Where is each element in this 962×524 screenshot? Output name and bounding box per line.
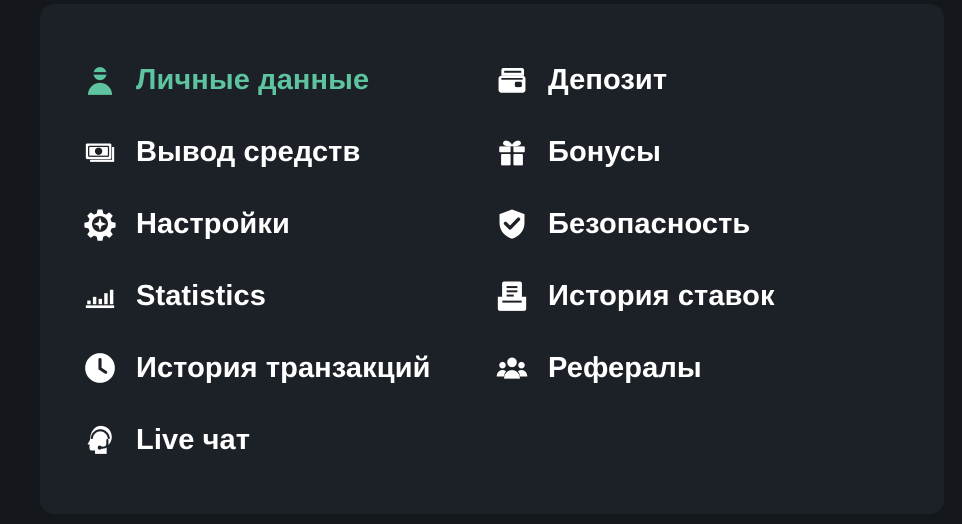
menu-item-bet-history[interactable]: История ставок bbox=[494, 260, 894, 332]
menu-item-security[interactable]: Безопасность bbox=[494, 188, 894, 260]
account-menu: Личные данные Депозит Вывод средств Бону… bbox=[82, 44, 894, 476]
menu-item-label: История ставок bbox=[548, 279, 775, 312]
menu-item-label: Настройки bbox=[136, 207, 290, 240]
menu-item-deposit[interactable]: Депозит bbox=[494, 44, 894, 116]
menu-item-settings[interactable]: Настройки bbox=[82, 188, 494, 260]
menu-item-label: Депозит bbox=[548, 63, 668, 96]
menu-item-label: История транзакций bbox=[136, 351, 431, 384]
bar-chart-icon bbox=[82, 278, 118, 314]
menu-item-label: Личные данные bbox=[136, 63, 370, 96]
menu-item-label: Рефералы bbox=[548, 351, 702, 384]
menu-item-statistics[interactable]: Statistics bbox=[82, 260, 494, 332]
menu-item-live-chat[interactable]: Live чат bbox=[82, 404, 494, 476]
cash-icon bbox=[82, 134, 118, 170]
menu-item-label: Безопасность bbox=[548, 207, 751, 240]
shield-check-icon bbox=[494, 206, 530, 242]
account-menu-panel: Личные данные Депозит Вывод средств Бону… bbox=[40, 4, 944, 514]
menu-item-label: Бонусы bbox=[548, 135, 661, 168]
gear-icon bbox=[82, 206, 118, 242]
users-group-icon bbox=[494, 350, 530, 386]
menu-item-withdrawal[interactable]: Вывод средств bbox=[82, 116, 494, 188]
menu-item-label: Вывод средств bbox=[136, 135, 361, 168]
menu-item-personal-data[interactable]: Личные данные bbox=[82, 44, 494, 116]
wallet-card-icon bbox=[494, 62, 530, 98]
menu-item-label: Live чат bbox=[136, 423, 251, 456]
user-icon bbox=[82, 62, 118, 98]
menu-item-bonuses[interactable]: Бонусы bbox=[494, 116, 894, 188]
bet-slip-icon bbox=[494, 278, 530, 314]
menu-item-referrals[interactable]: Рефералы bbox=[494, 332, 894, 404]
support-agent-icon bbox=[82, 422, 118, 458]
clock-icon bbox=[82, 350, 118, 386]
menu-item-label: Statistics bbox=[136, 279, 266, 312]
gift-icon bbox=[494, 134, 530, 170]
menu-item-transaction-history[interactable]: История транзакций bbox=[82, 332, 494, 404]
